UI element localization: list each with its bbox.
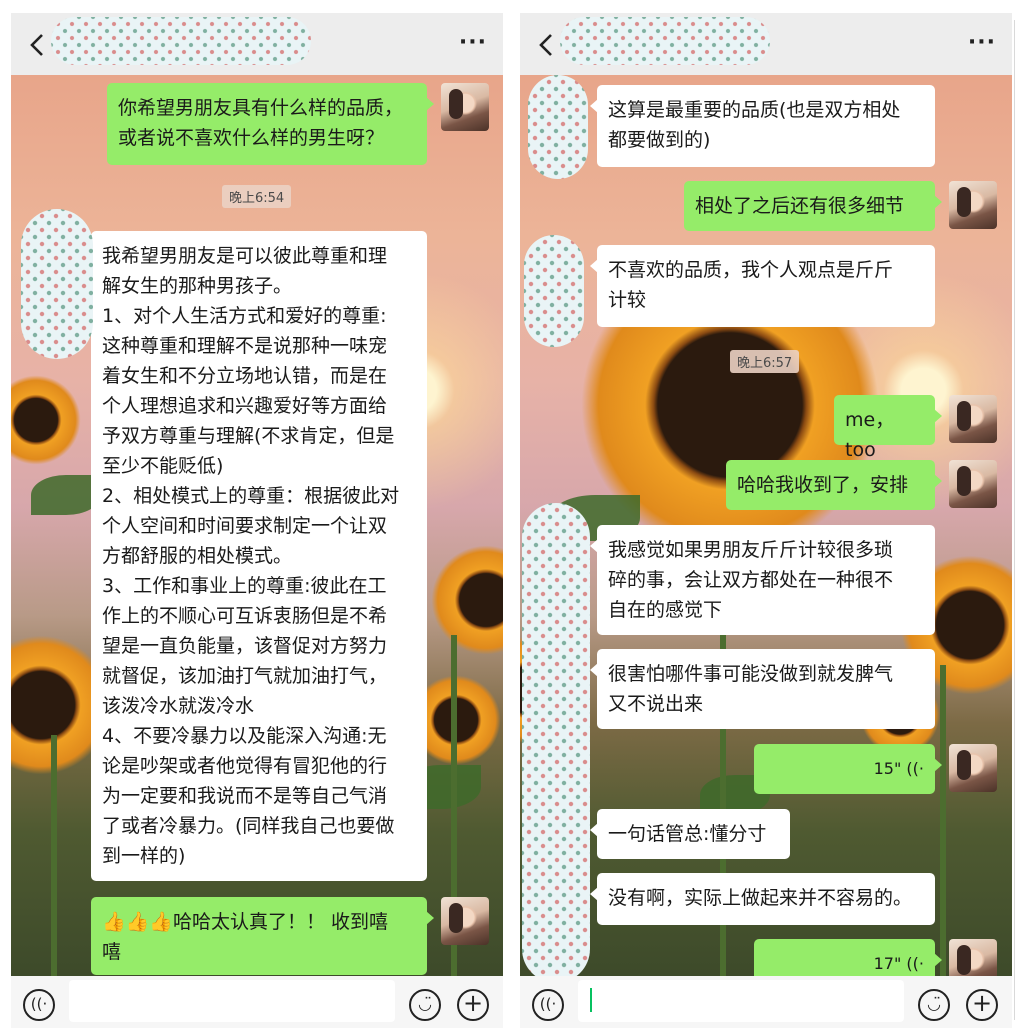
- message-outgoing[interactable]: 哈哈我收到了，安排: [726, 460, 942, 510]
- plus-icon[interactable]: +: [457, 989, 489, 1021]
- avatar[interactable]: [949, 395, 997, 443]
- avatar[interactable]: [441, 897, 489, 945]
- voice-message[interactable]: 15" ((·: [754, 744, 942, 794]
- message-incoming[interactable]: 我感觉如果男朋友斤斤计较很多琐 碎的事，会让双方都处在一种很不 自在的感觉下: [590, 525, 935, 635]
- chat-title-redacted: [51, 17, 311, 65]
- chat-window-left: ··· 你希望男朋友具有什么样的品质， 或者说不喜欢什么样的男生呀？ 晚上6:5…: [11, 13, 503, 1028]
- chevron-left-icon[interactable]: [23, 30, 53, 60]
- message-incoming[interactable]: 这算是最重要的品质(也是双方相处 都要做到的): [590, 85, 935, 167]
- text-caret: [590, 988, 592, 1012]
- chat-header: ···: [11, 13, 503, 75]
- message-input[interactable]: [578, 980, 904, 1022]
- message-timestamp: 晚上6:57: [730, 350, 800, 373]
- message-outgoing[interactable]: 你希望男朋友具有什么样的品质， 或者说不喜欢什么样的男生呀？: [107, 83, 434, 165]
- avatar[interactable]: [949, 181, 997, 229]
- avatar[interactable]: [441, 83, 489, 131]
- emoji-icon[interactable]: ◡̈: [409, 989, 441, 1021]
- avatar[interactable]: [949, 744, 997, 792]
- more-icon[interactable]: ···: [457, 32, 487, 54]
- plus-icon[interactable]: +: [966, 989, 998, 1021]
- message-outgoing[interactable]: 👍👍👍哈哈太认真了！！ 收到嘻 嘻: [91, 897, 434, 975]
- avatar-redacted: [528, 75, 588, 179]
- message-incoming[interactable]: 不喜欢的品质，我个人观点是斤斤 计较: [590, 245, 935, 327]
- voice-toggle-icon[interactable]: ((·: [23, 989, 55, 1021]
- chevron-left-icon[interactable]: [532, 30, 562, 60]
- avatar-redacted: [524, 235, 584, 347]
- avatar-redacted: [522, 503, 590, 983]
- message-outgoing[interactable]: 相处了之后还有很多细节: [684, 181, 942, 231]
- message-incoming[interactable]: 很害怕哪件事可能没做到就发脾气 又不说出来: [590, 649, 935, 729]
- chat-header: ···: [520, 13, 1012, 75]
- message-input[interactable]: [69, 980, 395, 1022]
- message-incoming[interactable]: 没有啊，实际上做起来并不容易的。: [590, 873, 935, 925]
- avatar-redacted: [21, 209, 93, 359]
- input-bar: ((· ◡̈ +: [11, 976, 503, 1028]
- more-icon[interactable]: ···: [966, 32, 996, 54]
- message-incoming[interactable]: 一句话管总:懂分寸: [590, 809, 790, 859]
- divider: [1014, 20, 1015, 1020]
- input-bar: ((· ◡̈ +: [520, 976, 1012, 1028]
- chat-title-redacted: [560, 17, 770, 65]
- message-timestamp: 晚上6:54: [222, 185, 292, 208]
- message-incoming[interactable]: 我希望男朋友是可以彼此尊重和理 解女生的那种男孩子。 1、对个人生活方式和爱好的…: [84, 231, 427, 881]
- chat-window-right: ··· 这算是最重要的品质(也是双方相处 都要做到的) 相处了之后还有很多细节 …: [520, 13, 1012, 1028]
- avatar[interactable]: [949, 460, 997, 508]
- voice-toggle-icon[interactable]: ((·: [532, 989, 564, 1021]
- message-outgoing[interactable]: me，too: [834, 395, 942, 461]
- emoji-icon[interactable]: ◡̈: [918, 989, 950, 1021]
